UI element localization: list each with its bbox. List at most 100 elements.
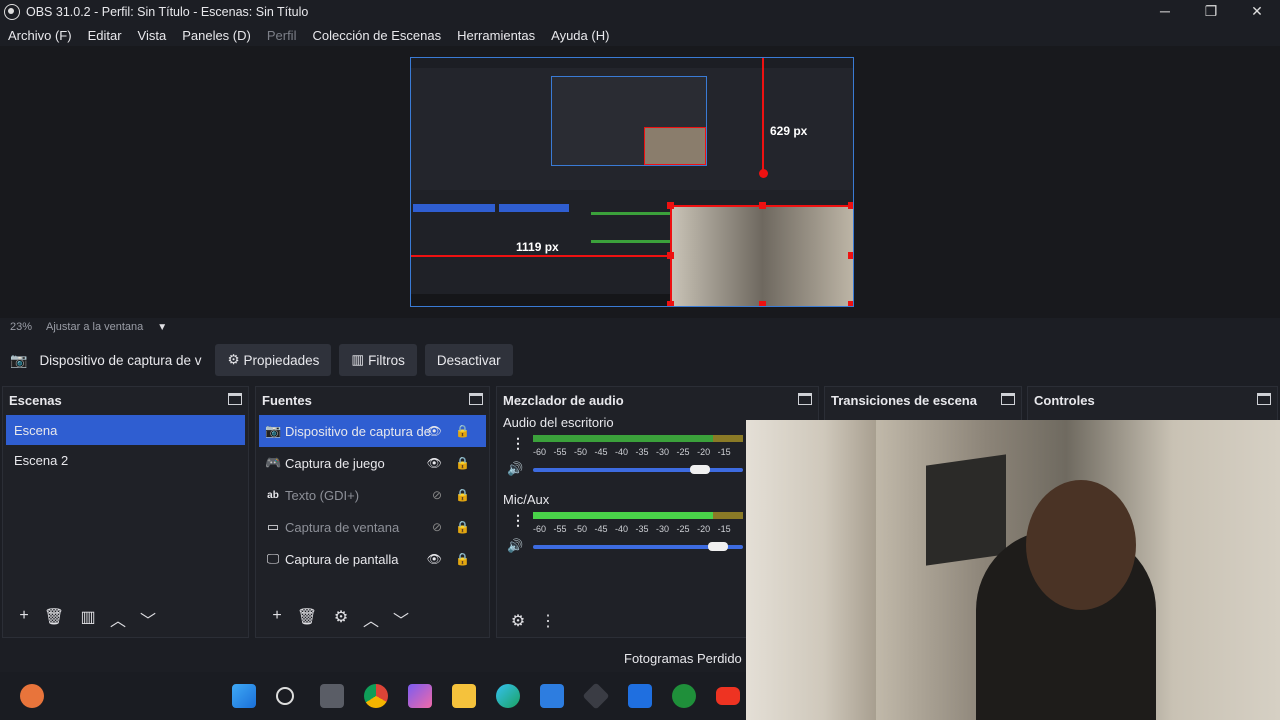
chrome-icon[interactable] bbox=[364, 684, 388, 708]
zoom-dropdown-icon[interactable]: ▼ bbox=[157, 322, 167, 333]
eye-icon[interactable]: 👁 bbox=[427, 456, 442, 470]
zoom-mode[interactable]: Ajustar a la ventana bbox=[46, 321, 143, 333]
copilot-icon[interactable] bbox=[408, 684, 432, 708]
meter-green-zone bbox=[533, 512, 713, 519]
undock-icon[interactable] bbox=[1001, 393, 1015, 405]
gear-icon: ⚙ bbox=[227, 352, 240, 367]
menu-vista[interactable]: Vista bbox=[138, 28, 167, 43]
eye-icon[interactable]: 👁 bbox=[427, 424, 442, 438]
filters-button[interactable]: ▥ Filtros bbox=[339, 344, 417, 376]
properties-label: Propiedades bbox=[243, 352, 320, 368]
eye-hidden-icon[interactable]: ⊘ bbox=[432, 488, 442, 502]
menu-editar[interactable]: Editar bbox=[88, 28, 122, 43]
source-item[interactable]: 🎮 Captura de juego 👁 🔒 bbox=[259, 447, 486, 479]
search-icon[interactable] bbox=[276, 687, 294, 705]
source-item-label: Captura de ventana bbox=[285, 519, 400, 535]
edge-icon[interactable] bbox=[496, 684, 520, 708]
scene-item[interactable]: Escena bbox=[6, 415, 245, 445]
speaker-icon[interactable]: 🔊 bbox=[507, 538, 523, 554]
lock-icon[interactable]: 🔒 bbox=[455, 424, 470, 438]
trash-icon[interactable]: 🗑 bbox=[39, 607, 69, 631]
text-icon: ab bbox=[267, 489, 279, 501]
menu-paneles[interactable]: Paneles (D) bbox=[182, 28, 251, 43]
height-guide-line bbox=[762, 58, 764, 172]
up-arrow-icon[interactable]: ︿ bbox=[103, 607, 133, 631]
properties-button[interactable]: ⚙ Propiedades bbox=[215, 344, 332, 376]
maximize-button[interactable]: ❐ bbox=[1188, 0, 1234, 24]
up-arrow-icon[interactable]: ︿ bbox=[356, 607, 386, 631]
close-button[interactable]: ✕ bbox=[1234, 0, 1280, 24]
resize-handle-b[interactable] bbox=[759, 301, 766, 306]
resize-handle-r[interactable] bbox=[848, 252, 853, 259]
source-item[interactable]: 🖵 Captura de pantalla 👁 🔒 bbox=[259, 543, 486, 575]
tv bbox=[926, 454, 1006, 566]
volume-knob[interactable] bbox=[708, 542, 728, 551]
source-item[interactable]: ▭ Captura de ventana ⊘ 🔒 bbox=[259, 511, 486, 543]
obs-taskbar-icon[interactable] bbox=[582, 682, 610, 710]
meter-scale: -60 -55 -50 -45 -40 -35 -30 -25 -20 -15 bbox=[533, 447, 731, 457]
eye-icon[interactable]: 👁 bbox=[427, 552, 442, 566]
level-meter bbox=[533, 435, 743, 442]
volume-knob[interactable] bbox=[690, 465, 710, 474]
trash-icon[interactable]: 🗑 bbox=[292, 607, 322, 631]
resize-handle-l[interactable] bbox=[667, 252, 674, 259]
lock-icon[interactable]: 🔒 bbox=[455, 488, 470, 502]
meter-yellow-zone bbox=[713, 512, 743, 519]
undock-icon[interactable] bbox=[1257, 393, 1271, 405]
more-vertical-icon[interactable]: ⋮ bbox=[511, 512, 525, 529]
title-bar: OBS 31.0.2 - Perfil: Sin Título - Escena… bbox=[0, 0, 1280, 24]
lock-icon[interactable]: 🔒 bbox=[455, 456, 470, 470]
undock-icon[interactable] bbox=[469, 393, 483, 405]
lock-icon[interactable]: 🔒 bbox=[455, 520, 470, 534]
window-icon: ▭ bbox=[266, 519, 280, 534]
menu-ayuda[interactable]: Ayuda (H) bbox=[551, 28, 609, 43]
resize-handle-tr[interactable] bbox=[848, 202, 853, 209]
more-vertical-icon[interactable]: ⋮ bbox=[533, 611, 563, 631]
weather-icon[interactable] bbox=[20, 684, 44, 708]
curtain bbox=[746, 420, 876, 720]
resize-handle-br[interactable] bbox=[848, 301, 853, 306]
scene-item[interactable]: Escena 2 bbox=[6, 445, 245, 475]
eye-hidden-icon[interactable]: ⊘ bbox=[432, 520, 442, 534]
minimize-button[interactable]: ─ bbox=[1142, 0, 1188, 24]
file-explorer-icon[interactable] bbox=[452, 684, 476, 708]
volume-fader[interactable] bbox=[533, 468, 743, 472]
add-icon[interactable]: + bbox=[262, 607, 292, 631]
controls-title-label: Controles bbox=[1034, 392, 1095, 408]
menu-archivo[interactable]: Archivo (F) bbox=[8, 28, 72, 43]
down-arrow-icon[interactable]: ﹀ bbox=[386, 607, 416, 631]
deactivate-button[interactable]: Desactivar bbox=[424, 344, 513, 376]
speaker-icon[interactable]: 🔊 bbox=[507, 461, 523, 477]
selected-source-bounds[interactable] bbox=[670, 205, 853, 306]
down-arrow-icon[interactable]: ﹀ bbox=[133, 607, 163, 631]
gear-icon[interactable]: ⚙ bbox=[326, 607, 356, 631]
meter-yellow-zone bbox=[713, 435, 743, 442]
source-item[interactable]: ab Texto (GDI+) ⊘ 🔒 bbox=[259, 479, 486, 511]
lock-icon[interactable]: 🔒 bbox=[455, 552, 470, 566]
undock-icon[interactable] bbox=[798, 393, 812, 405]
menu-herramientas[interactable]: Herramientas bbox=[457, 28, 535, 43]
source-item[interactable]: 📷 Dispositivo de captura de 👁 🔒 bbox=[259, 415, 486, 447]
youtube-icon[interactable] bbox=[716, 687, 740, 705]
scene-item-label: Escena bbox=[14, 422, 58, 438]
mixer-settings-icon[interactable]: ⚙ bbox=[503, 611, 533, 631]
guide-handle[interactable] bbox=[759, 169, 768, 178]
menu-perfil: Perfil bbox=[266, 27, 297, 43]
resize-handle-tl[interactable] bbox=[667, 202, 674, 209]
xbox-icon[interactable] bbox=[672, 684, 696, 708]
undock-icon[interactable] bbox=[228, 393, 242, 405]
preview-canvas[interactable]: 629 px 1119 px bbox=[410, 57, 854, 307]
menu-coleccion[interactable]: Colección de Escenas bbox=[312, 28, 441, 43]
scenes-title: Escenas bbox=[3, 387, 248, 413]
app-icon[interactable] bbox=[628, 684, 652, 708]
sources-title: Fuentes bbox=[256, 387, 489, 413]
filter-icon[interactable]: ▥ bbox=[73, 607, 103, 631]
more-vertical-icon[interactable]: ⋮ bbox=[511, 435, 525, 452]
resize-handle-bl[interactable] bbox=[667, 301, 674, 306]
store-icon[interactable] bbox=[540, 684, 564, 708]
windows-start-icon[interactable] bbox=[232, 684, 256, 708]
task-view-icon[interactable] bbox=[320, 684, 344, 708]
add-icon[interactable]: + bbox=[9, 607, 39, 631]
filters-label: Filtros bbox=[368, 352, 405, 368]
resize-handle-t[interactable] bbox=[759, 202, 766, 209]
